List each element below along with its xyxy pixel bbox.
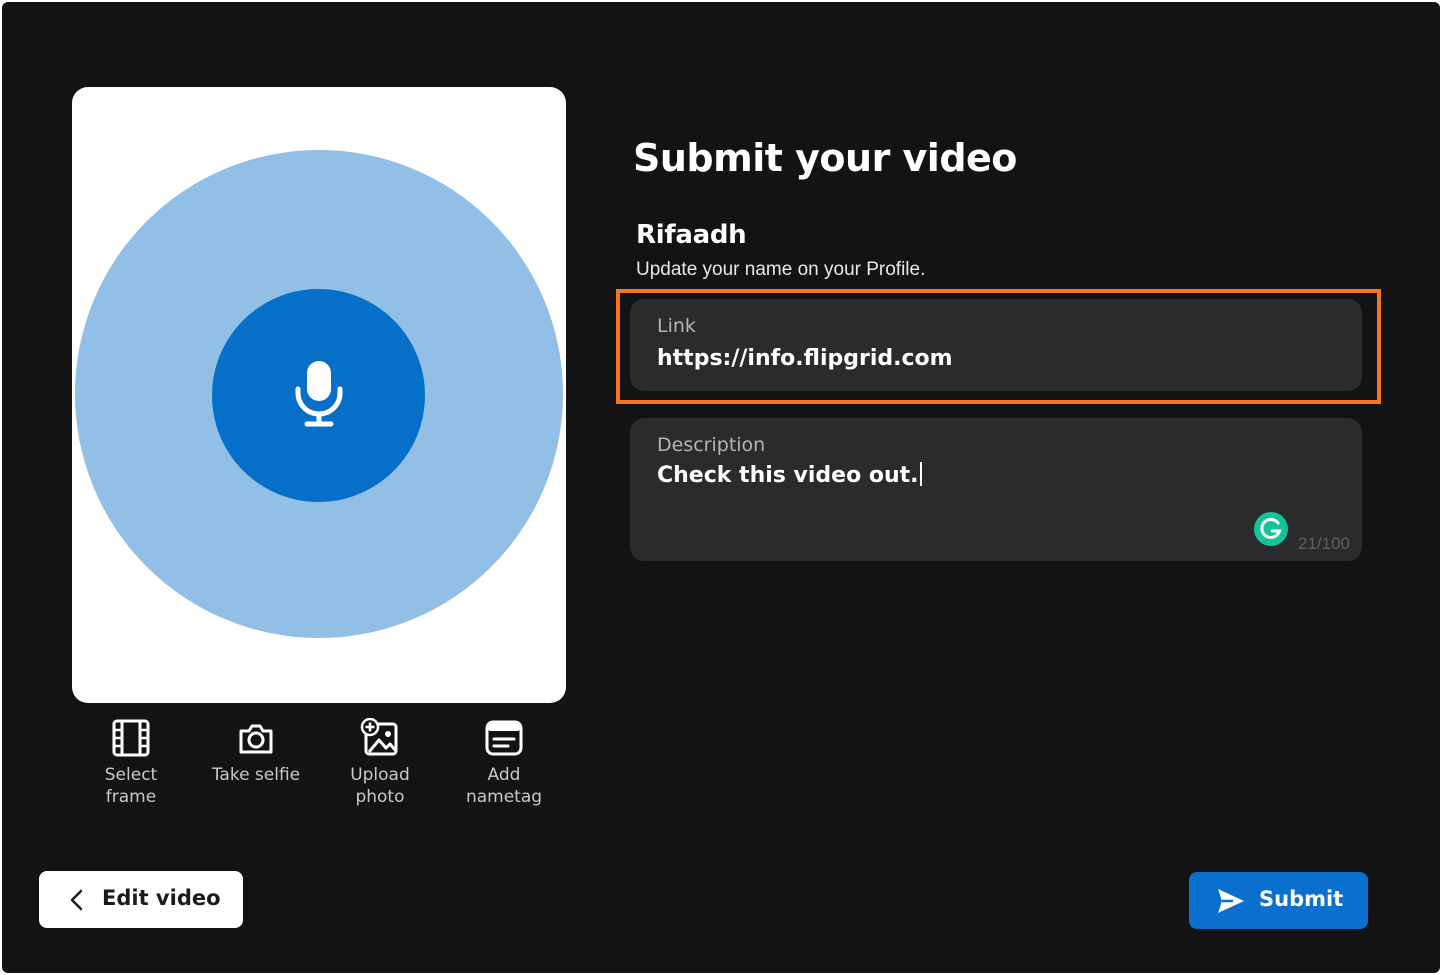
submit-button[interactable]: Submit: [1189, 872, 1368, 929]
camera-icon: [239, 724, 273, 754]
text-caret: [919, 462, 922, 486]
submit-label: Submit: [1259, 887, 1344, 911]
submit-video-dialog: Select frame Take selfie Upload photo Ad…: [2, 2, 1440, 973]
microphone-icon: [295, 361, 343, 427]
select-frame-label: Select frame: [104, 765, 158, 807]
select-frame-button[interactable]: Select frame: [76, 718, 186, 808]
user-name: Rifaadh: [636, 220, 747, 250]
edit-video-button[interactable]: Edit video: [39, 871, 243, 928]
link-label: Link: [657, 315, 696, 337]
image-add-icon: [360, 718, 398, 756]
description-text: Check this video out.: [657, 463, 919, 488]
grammarly-icon[interactable]: [1254, 512, 1288, 546]
send-icon: [1218, 889, 1244, 913]
profile-hint: Update your name on your Profile.: [636, 259, 926, 280]
page-title: Submit your video: [633, 136, 1017, 180]
add-nametag-button[interactable]: Add nametag: [449, 718, 559, 808]
edit-video-label: Edit video: [102, 886, 221, 910]
link-field[interactable]: Link https://info.flipgrid.com: [630, 299, 1362, 391]
character-counter: 21/100: [1298, 534, 1350, 553]
upload-photo-label: Upload photo: [350, 765, 410, 807]
nametag-icon: [485, 720, 523, 756]
description-input[interactable]: Check this video out.: [657, 462, 922, 488]
description-label: Description: [657, 434, 766, 456]
grammarly-g-glyph: [1260, 518, 1282, 539]
link-input[interactable]: https://info.flipgrid.com: [657, 346, 953, 371]
add-nametag-label: Add nametag: [465, 765, 543, 807]
take-selfie-button[interactable]: Take selfie: [201, 718, 311, 786]
video-preview: [72, 87, 566, 703]
film-frame-icon: [112, 719, 150, 757]
upload-photo-button[interactable]: Upload photo: [325, 718, 435, 808]
description-field[interactable]: Description Check this video out. 21/100: [630, 418, 1362, 561]
chevron-left-icon: [70, 889, 83, 911]
take-selfie-label: Take selfie: [211, 765, 301, 785]
